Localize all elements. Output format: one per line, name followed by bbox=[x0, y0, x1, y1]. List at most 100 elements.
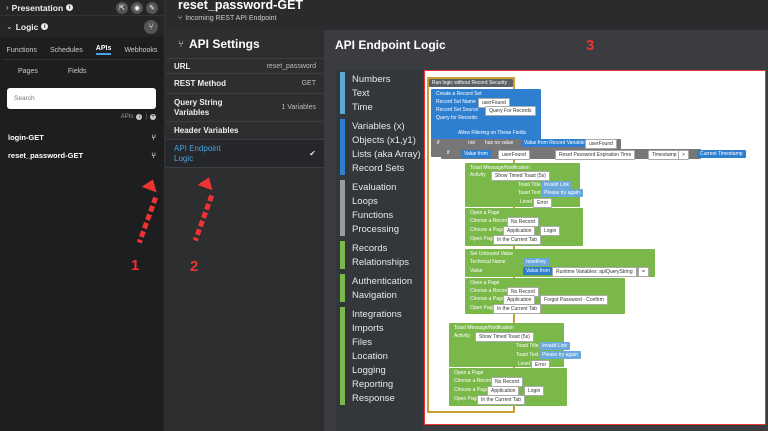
record-set-source-field[interactable]: Query For Records bbox=[485, 106, 536, 116]
block-label: Choose a Page bbox=[470, 227, 505, 233]
setting-query-string[interactable]: Query String Variables 1 Variables bbox=[166, 94, 324, 122]
tab-fields[interactable]: Fields bbox=[68, 68, 87, 75]
block-label: Query for Records: bbox=[436, 115, 479, 121]
setting-label: Header Variables bbox=[174, 126, 239, 135]
palette-color-chip bbox=[340, 255, 345, 269]
field[interactable]: Forgot Password - Confirm bbox=[540, 295, 608, 305]
block-label: do bbox=[438, 162, 444, 168]
operator-field[interactable]: = bbox=[638, 267, 649, 277]
activity-field[interactable]: Show Timed Toast (5s) bbox=[475, 332, 534, 342]
field[interactable]: In the Current Tab bbox=[493, 304, 541, 314]
field[interactable]: Timestamp bbox=[648, 150, 681, 160]
palette-item[interactable]: Integrations bbox=[336, 307, 402, 321]
toast-title-value[interactable]: Invalid Link bbox=[539, 342, 571, 350]
field[interactable]: In the Current Tab bbox=[493, 235, 541, 245]
record-variable-field[interactable]: userFound bbox=[585, 139, 617, 149]
field[interactable]: Runtime Variables: apiQueryString bbox=[552, 267, 637, 277]
logic-section[interactable]: ⌄ Logic i ⑂ bbox=[0, 15, 164, 37]
apis-header: APIs i | + bbox=[120, 114, 156, 120]
palette-item[interactable]: Logging bbox=[336, 363, 386, 377]
field[interactable]: In the Current Tab bbox=[477, 395, 525, 405]
level-field[interactable]: Error bbox=[533, 198, 553, 208]
api-icon: ⑂ bbox=[151, 132, 156, 142]
palette-item[interactable]: Time bbox=[336, 100, 373, 114]
palette-color-chip bbox=[340, 363, 345, 377]
palette-item[interactable]: Variables (x) bbox=[336, 119, 405, 133]
block-label: Open a Page bbox=[470, 280, 500, 286]
palette-item-label: Authentication bbox=[352, 275, 413, 287]
palette-item[interactable]: Processing bbox=[336, 222, 399, 236]
field[interactable]: Reset Password Expiration Time bbox=[555, 150, 636, 160]
palette-item[interactable]: Response bbox=[336, 391, 395, 405]
value-from-block[interactable]: Value from bbox=[461, 150, 491, 158]
tab-functions[interactable]: Functions bbox=[7, 47, 37, 54]
palette-item[interactable]: Numbers bbox=[336, 72, 391, 86]
api-item-login[interactable]: login-GET ⑂ bbox=[0, 128, 164, 146]
block-label: Toast Text bbox=[516, 352, 539, 358]
current-timestamp-block[interactable]: Current Timestamp bbox=[697, 150, 746, 158]
palette-item[interactable]: Lists (aka Array) bbox=[336, 147, 421, 161]
info-icon[interactable]: i bbox=[136, 114, 143, 120]
palette-item-label: Processing bbox=[352, 223, 399, 235]
eye-icon[interactable]: ◉ bbox=[131, 1, 143, 14]
logic-canvas[interactable]: Run logic without Record Security Create … bbox=[424, 70, 766, 425]
palette-item[interactable]: Record Sets bbox=[336, 161, 404, 175]
palette-item[interactable]: Authentication bbox=[336, 274, 412, 288]
setting-rest-method[interactable]: REST Method GET bbox=[166, 74, 324, 94]
info-icon[interactable]: i bbox=[66, 4, 74, 11]
palette-item-label: Functions bbox=[352, 209, 394, 221]
palette-item[interactable]: Location bbox=[336, 349, 388, 363]
palette-item[interactable]: Records bbox=[336, 241, 387, 255]
add-logic-icon[interactable]: ⑂ bbox=[144, 19, 158, 34]
value-from-block[interactable]: Value from bbox=[523, 267, 553, 275]
annotation-label-1: 1 bbox=[131, 257, 140, 274]
toast-text-value[interactable]: Please try again bbox=[541, 189, 583, 197]
setting-header-variables[interactable]: Header Variables bbox=[166, 122, 324, 140]
palette-item-label: Navigation bbox=[352, 289, 397, 301]
palette-item[interactable]: Objects (x1,y1) bbox=[336, 133, 416, 147]
tab-schedules[interactable]: Schedules bbox=[50, 47, 83, 54]
setting-value: reset_password bbox=[266, 62, 316, 70]
activity-field[interactable]: Show Timed Toast (5s) bbox=[491, 171, 550, 181]
palette-item[interactable]: Relationships bbox=[336, 255, 409, 269]
palette-item-label: Evaluation bbox=[352, 181, 397, 193]
palette-item[interactable]: Files bbox=[336, 335, 372, 349]
palette-item[interactable]: Navigation bbox=[336, 288, 397, 302]
block-label: Create a Record Set bbox=[436, 91, 482, 97]
field[interactable]: userFound bbox=[498, 150, 530, 160]
search-input[interactable] bbox=[14, 95, 156, 102]
palette-item[interactable]: Imports bbox=[336, 321, 384, 335]
api-item-reset-password[interactable]: reset_password-GET ⑂ bbox=[0, 146, 164, 164]
presentation-section[interactable]: › Presentation i ⇱ ◉ ✎ bbox=[0, 0, 164, 15]
technical-name-value[interactable]: resetKey bbox=[523, 258, 549, 266]
palette-item[interactable]: Evaluation bbox=[336, 180, 396, 194]
api-icon: ⑂ bbox=[178, 15, 183, 22]
preview-icon[interactable]: ⇱ bbox=[116, 1, 128, 14]
palette-item[interactable]: Reporting bbox=[336, 377, 393, 391]
palette-item[interactable]: Loops bbox=[336, 194, 378, 208]
block-label: Record Set Name bbox=[436, 99, 476, 105]
toast-title-value[interactable]: Invalid Link bbox=[541, 181, 573, 189]
search-box[interactable] bbox=[7, 88, 156, 109]
tab-webhooks[interactable]: Webhooks bbox=[124, 47, 157, 54]
tab-apis[interactable]: APIs bbox=[95, 45, 112, 55]
setting-api-endpoint-logic[interactable]: API Endpoint Logic ✔ bbox=[166, 140, 324, 168]
field[interactable]: Login bbox=[524, 386, 545, 396]
run-logic-header[interactable]: Run logic without Record Security bbox=[429, 79, 513, 87]
tab-pages[interactable]: Pages bbox=[18, 68, 38, 75]
palette-item[interactable]: Functions bbox=[336, 208, 393, 222]
palette-color-chip bbox=[340, 241, 345, 255]
palette-color-chip bbox=[340, 180, 345, 194]
palette-item-label: Relationships bbox=[352, 256, 410, 268]
add-api-icon[interactable]: + bbox=[150, 114, 156, 120]
palette-item[interactable]: Text bbox=[336, 86, 369, 100]
setting-url[interactable]: URL reset_password bbox=[166, 58, 324, 74]
block-label: Toast Text bbox=[518, 190, 541, 196]
field[interactable]: Login bbox=[540, 226, 561, 236]
operator-field[interactable]: > bbox=[678, 150, 689, 160]
toast-text-value[interactable]: Please try again bbox=[539, 351, 581, 359]
value-from-record-variable[interactable]: Value from Record Variable bbox=[521, 139, 588, 147]
sub-tabs: Pages Fields bbox=[0, 60, 164, 82]
info-icon[interactable]: i bbox=[41, 23, 49, 30]
wrench-icon[interactable]: ✎ bbox=[146, 1, 158, 14]
